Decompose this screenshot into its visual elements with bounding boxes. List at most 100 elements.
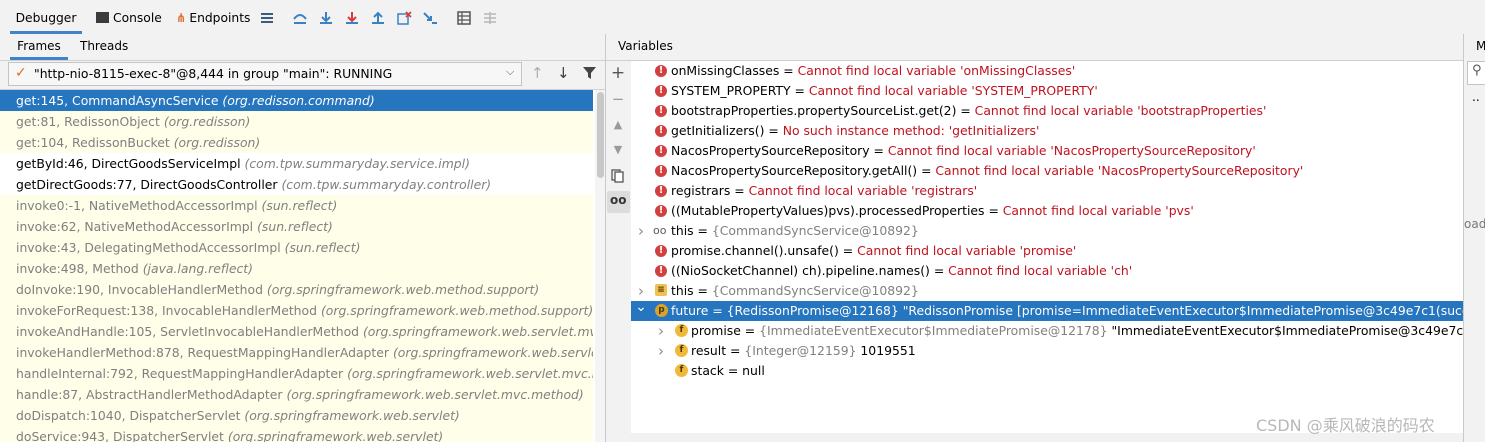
run-to-cursor-icon[interactable] bbox=[422, 10, 438, 26]
step-out-icon[interactable] bbox=[370, 10, 386, 26]
frame-row[interactable]: doInvoke:190, InvocableHandlerMethod (or… bbox=[0, 279, 593, 300]
frames-scrollbar-thumb[interactable] bbox=[597, 92, 604, 178]
expand-arrow-icon[interactable]: › bbox=[655, 341, 667, 361]
frame-row[interactable]: invoke:43, DelegatingMethodAccessorImpl … bbox=[0, 237, 593, 258]
variable-name: ((MutablePropertyValues)pvs).processedPr… bbox=[671, 203, 985, 218]
variable-row[interactable]: ! getInitializers() = No such instance me… bbox=[631, 121, 1463, 141]
frame-method: get:145, CommandAsyncService bbox=[16, 93, 219, 108]
error-icon: ! bbox=[655, 165, 667, 177]
variable-row[interactable]: ! bootstrapProperties.propertySourceList.… bbox=[631, 101, 1463, 121]
frame-package: (org.springframework.web.method.support) bbox=[266, 282, 540, 297]
tab-threads[interactable]: Threads bbox=[80, 34, 128, 60]
tab-endpoints[interactable]: ⋔ Endpoints bbox=[176, 0, 250, 34]
variable-row[interactable]: ! NacosPropertySourceRepository.getAll() … bbox=[631, 161, 1463, 181]
previous-frame-icon[interactable]: ↑ bbox=[531, 64, 544, 82]
variable-row[interactable]: ! NacosPropertySourceRepository = Cannot … bbox=[631, 141, 1463, 161]
frame-package: (org.springframework.web.servlet) bbox=[227, 429, 444, 442]
endpoints-icon: ⋔ bbox=[176, 11, 187, 25]
expand-arrow-icon[interactable]: › bbox=[635, 221, 647, 241]
variable-name: NacosPropertySourceRepository bbox=[671, 143, 870, 158]
object-id: {CommandSyncService@10892} bbox=[711, 223, 919, 238]
expand-arrow-icon[interactable]: › bbox=[655, 321, 667, 341]
object-icon: ≡ bbox=[655, 284, 667, 296]
step-into-icon[interactable] bbox=[318, 10, 334, 26]
check-icon: ✓ bbox=[15, 65, 27, 81]
collapse-arrow-icon[interactable]: ⌄ bbox=[635, 301, 647, 317]
evaluate-expression-icon[interactable] bbox=[456, 10, 472, 26]
variable-row[interactable]: ! promise.channel().unsafe() = Cannot fin… bbox=[631, 241, 1463, 261]
variable-name: bootstrapProperties.propertySourceList.g… bbox=[671, 103, 957, 118]
field-icon: f bbox=[675, 364, 688, 377]
variable-row[interactable]: ⌄ p future = {RedissonPromise@12168} "Redi… bbox=[631, 301, 1463, 321]
variable-separator: = bbox=[956, 103, 975, 118]
variable-name: NacosPropertySourceRepository.getAll() bbox=[671, 163, 918, 178]
frame-row[interactable]: get:104, RedissonBucket (org.redisson) bbox=[0, 132, 593, 153]
frame-row[interactable]: handle:87, AbstractHandlerMethodAdapter … bbox=[0, 384, 593, 405]
error-icon: ! bbox=[655, 245, 667, 257]
menu-icon[interactable] bbox=[259, 10, 275, 26]
frame-method: doService:943, DispatcherServlet bbox=[16, 429, 224, 442]
variable-row[interactable]: › oo this = {CommandSyncService@10892} bbox=[631, 221, 1463, 241]
frame-row[interactable]: invoke:62, NativeMethodAccessorImpl (sun… bbox=[0, 216, 593, 237]
object-id: {Integer@12159} bbox=[744, 343, 857, 358]
variable-name: ((NioSocketChannel) ch).pipeline.names() bbox=[671, 263, 930, 278]
variable-separator: = bbox=[726, 343, 745, 358]
right-panel-search[interactable]: ⚲ bbox=[1467, 61, 1485, 85]
frame-row[interactable]: doService:943, DispatcherServlet (org.sp… bbox=[0, 426, 593, 442]
remove-watch-icon[interactable]: − bbox=[610, 91, 626, 107]
variable-text: this = {CommandSyncService@10892} bbox=[671, 221, 919, 241]
frame-row[interactable]: invokeForRequest:138, InvocableHandlerMe… bbox=[0, 300, 593, 321]
variable-row[interactable]: ! onMissingClasses = Cannot find local va… bbox=[631, 61, 1463, 81]
variable-name: promise bbox=[691, 323, 741, 338]
force-step-into-icon[interactable] bbox=[344, 10, 360, 26]
frame-row[interactable]: getById:46, DirectGoodsServiceImpl (com.… bbox=[0, 153, 593, 174]
tab-frames[interactable]: Frames bbox=[10, 34, 68, 60]
error-icon: ! bbox=[655, 125, 667, 137]
thread-selector[interactable]: ✓ "http-nio-8115-exec-8"@8,444 in group … bbox=[8, 62, 522, 86]
variable-text: promise.channel().unsafe() = Cannot find… bbox=[671, 241, 1076, 261]
frame-row[interactable]: get:145, CommandAsyncService (org.rediss… bbox=[0, 90, 593, 111]
variable-separator: = bbox=[708, 303, 727, 318]
variable-value: {ImmediateEventExecutor$ImmediatePromise… bbox=[759, 323, 1463, 338]
move-down-icon[interactable]: ▼ bbox=[610, 142, 626, 158]
variable-row[interactable]: ! registrars = Cannot find local variable… bbox=[631, 181, 1463, 201]
variable-separator: = bbox=[764, 123, 783, 138]
error-icon: ! bbox=[655, 105, 667, 117]
frame-row[interactable]: invokeHandlerMethod:878, RequestMappingH… bbox=[0, 342, 593, 363]
object-id: {RedissonPromise@12168} bbox=[726, 303, 899, 318]
variable-row[interactable]: f stack = null bbox=[631, 361, 1463, 381]
tab-debugger[interactable]: Debugger bbox=[10, 0, 82, 34]
frame-row[interactable]: invoke:498, Method (java.lang.reflect) bbox=[0, 258, 593, 279]
copy-icon[interactable] bbox=[611, 169, 625, 183]
variable-row[interactable]: ! ((MutablePropertyValues)pvs).processedP… bbox=[631, 201, 1463, 221]
variable-name: this bbox=[671, 223, 694, 238]
variable-value: {CommandSyncService@10892} bbox=[712, 283, 919, 298]
variable-name: promise.channel().unsafe() bbox=[671, 243, 839, 258]
frame-row[interactable]: invokeAndHandle:105, ServletInvocableHan… bbox=[0, 321, 593, 342]
frame-method: invokeHandlerMethod:878, RequestMappingH… bbox=[16, 345, 389, 360]
drop-frame-icon[interactable] bbox=[396, 10, 412, 26]
frame-row[interactable]: invoke0:-1, NativeMethodAccessorImpl (su… bbox=[0, 195, 593, 216]
variable-value: Cannot find local variable 'NacosPropert… bbox=[935, 163, 1304, 178]
variable-row[interactable]: › ≡ this = {CommandSyncService@10892} bbox=[631, 281, 1463, 301]
frame-row[interactable]: handleInternal:792, RequestMappingHandle… bbox=[0, 363, 593, 384]
frame-row[interactable]: doDispatch:1040, DispatcherServlet (org.… bbox=[0, 405, 593, 426]
frame-row[interactable]: get:81, RedissonObject (org.redisson) bbox=[0, 111, 593, 132]
add-watch-icon[interactable]: + bbox=[610, 65, 626, 82]
step-over-icon[interactable] bbox=[292, 10, 308, 26]
next-frame-icon[interactable]: ↓ bbox=[557, 64, 570, 82]
filter-icon[interactable] bbox=[583, 67, 596, 80]
variable-row[interactable]: ! ((NioSocketChannel) ch).pipeline.names(… bbox=[631, 261, 1463, 281]
frame-row[interactable]: getDirectGoods:77, DirectGoodsController… bbox=[0, 174, 593, 195]
variable-row[interactable]: › f promise = {ImmediateEventExecutor$Imme… bbox=[631, 321, 1463, 341]
move-up-icon[interactable]: ▲ bbox=[610, 117, 626, 133]
expand-arrow-icon[interactable]: › bbox=[635, 281, 647, 301]
variable-row[interactable]: ! SYSTEM_PROPERTY = Cannot find local var… bbox=[631, 81, 1463, 101]
show-watches-toggle[interactable]: oo bbox=[607, 191, 630, 213]
tab-console[interactable]: Console bbox=[96, 0, 162, 34]
frame-package: (org.redisson.command) bbox=[222, 93, 375, 108]
variable-row[interactable]: › f result = {Integer@12159} 1019551 bbox=[631, 341, 1463, 361]
trace-stream-icon[interactable] bbox=[482, 10, 498, 26]
variable-separator: = bbox=[740, 323, 760, 338]
frame-package: (com.tpw.summaryday.service.impl) bbox=[244, 156, 470, 171]
